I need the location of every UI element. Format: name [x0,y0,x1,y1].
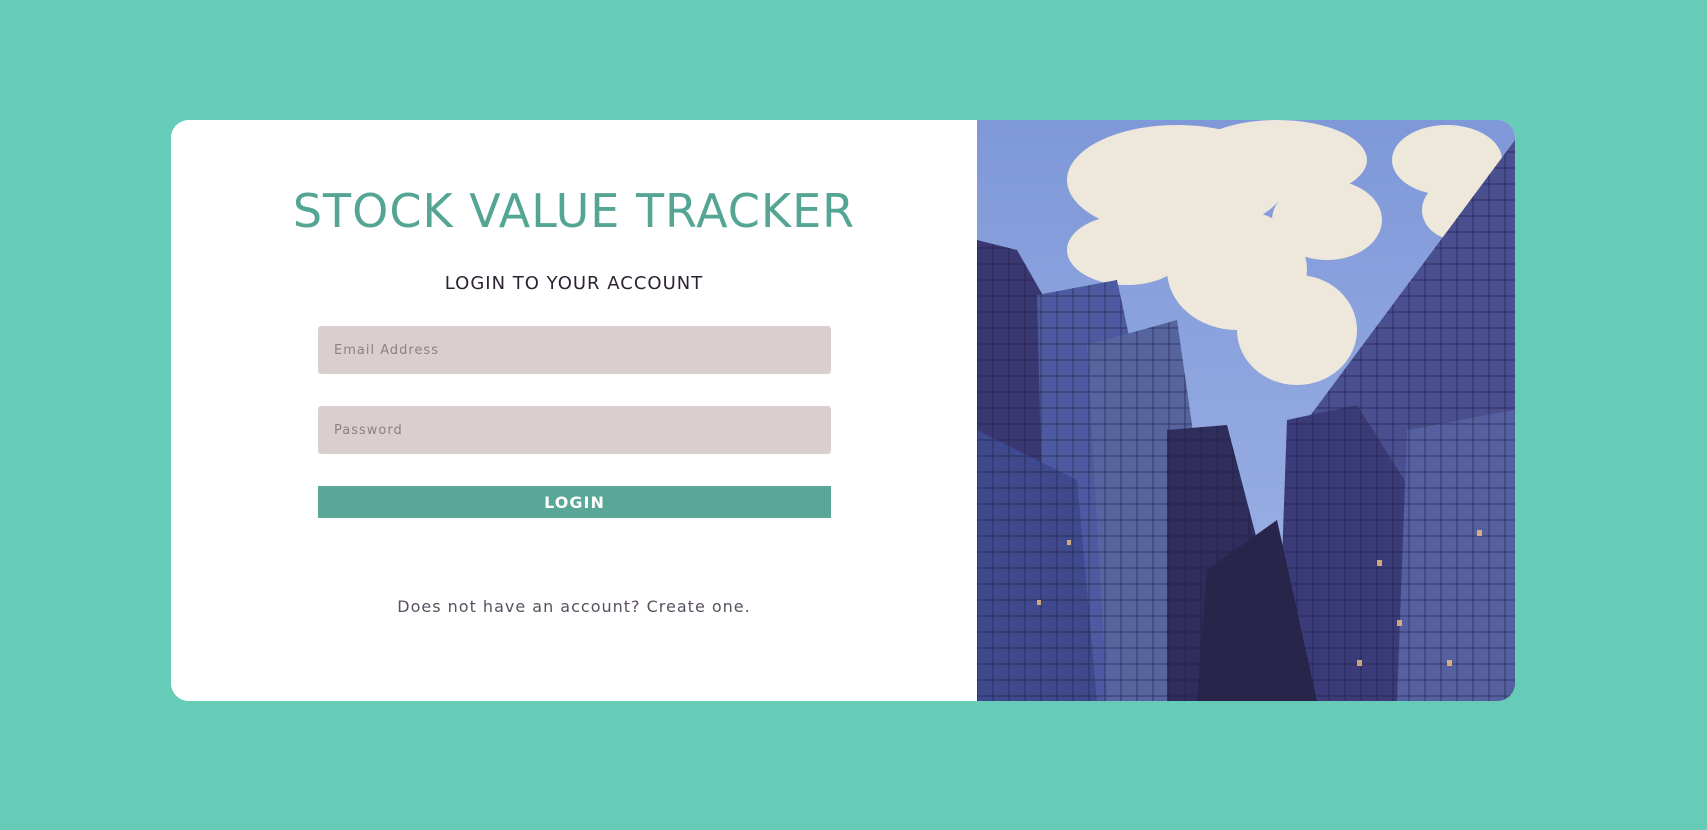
login-subtitle: LOGIN TO YOUR ACCOUNT [444,273,704,294]
login-button[interactable]: LOGIN [318,486,831,518]
app-title: STOCK VALUE TRACKER [292,184,856,238]
password-field[interactable] [318,406,831,454]
email-field[interactable] [318,326,831,374]
skyscraper-illustration [977,120,1515,701]
login-panel: STOCK VALUE TRACKER LOGIN TO YOUR ACCOUN… [171,120,977,701]
skyscraper-image [977,120,1515,701]
create-account-link[interactable]: Does not have an account? Create one. [171,597,977,616]
login-card: STOCK VALUE TRACKER LOGIN TO YOUR ACCOUN… [171,120,1515,701]
